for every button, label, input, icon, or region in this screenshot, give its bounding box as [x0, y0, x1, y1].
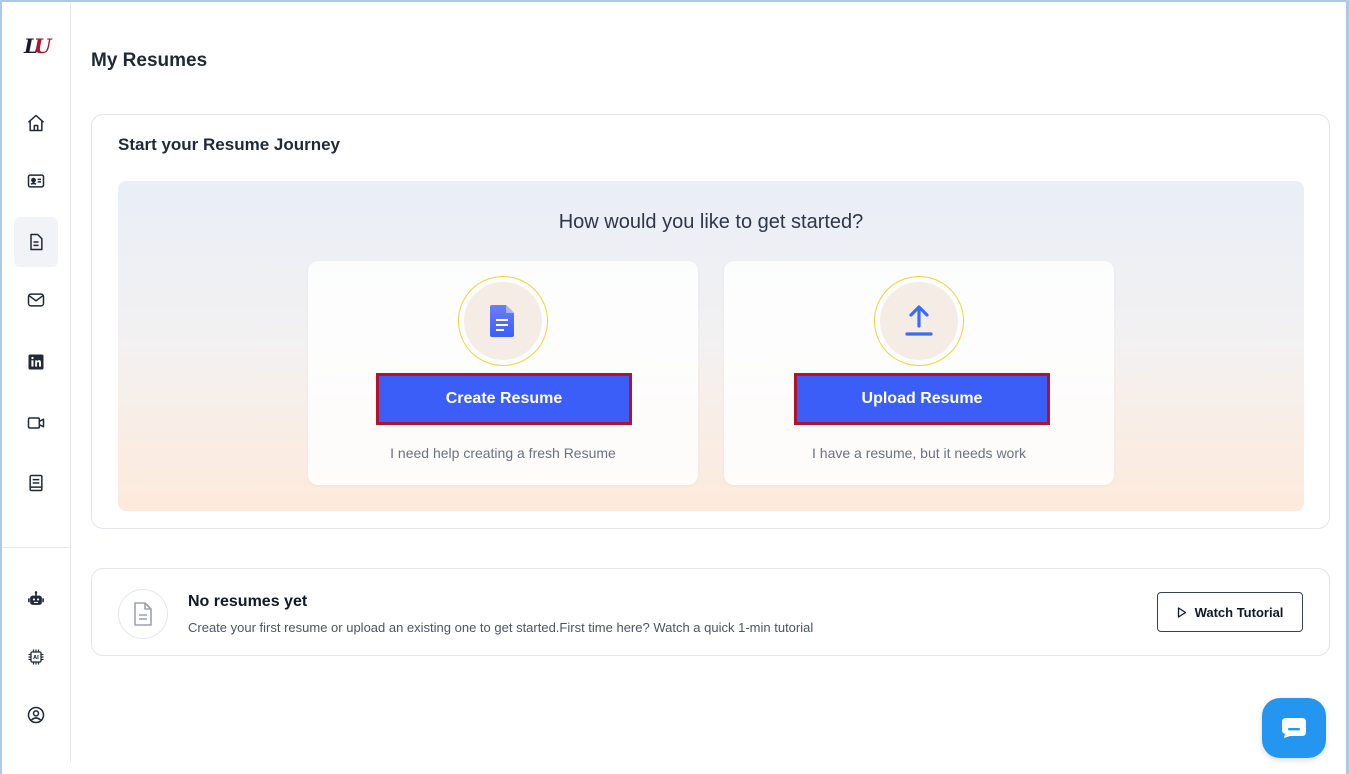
- journey-options-panel: How would you like to get started? Creat…: [118, 181, 1304, 511]
- nav-messages[interactable]: [14, 275, 58, 325]
- chat-button[interactable]: [1262, 698, 1326, 758]
- nav-account[interactable]: [14, 690, 58, 740]
- play-icon: [1177, 606, 1186, 618]
- nav-home[interactable]: [14, 98, 58, 148]
- nav-resumes[interactable]: [14, 217, 58, 267]
- nav-linkedin[interactable]: [14, 337, 58, 387]
- create-icon-backdrop: [464, 282, 542, 360]
- video-icon: [27, 417, 45, 429]
- sidebar: LU AI: [2, 2, 71, 762]
- journey-title: Start your Resume Journey: [118, 135, 341, 154]
- create-icon-circle: [458, 276, 548, 366]
- robot-icon: [28, 591, 44, 605]
- page-title: My Resumes: [91, 50, 208, 71]
- empty-file-icon-wrapper: [118, 589, 168, 639]
- empty-state-title: No resumes yet: [188, 593, 308, 610]
- create-resume-option: Create Resume I need help creating a fre…: [308, 261, 698, 485]
- logo-text: LU: [24, 34, 52, 58]
- nav-profile[interactable]: [14, 156, 58, 206]
- mail-icon: [27, 293, 45, 307]
- create-resume-description: I need help creating a fresh Resume: [390, 445, 616, 461]
- upload-icon-circle: [874, 276, 964, 366]
- home-icon: [28, 114, 44, 132]
- upload-resume-description: I have a resume, but it needs work: [812, 445, 1026, 461]
- nav-assistant[interactable]: [14, 574, 58, 624]
- svg-text:AI: AI: [33, 655, 39, 661]
- empty-state-card: No resumes yet Create your first resume …: [91, 568, 1330, 656]
- upload-resume-option: Upload Resume I have a resume, but it ne…: [724, 261, 1114, 485]
- file-icon: [134, 602, 152, 626]
- notebook-icon: [29, 474, 43, 492]
- create-resume-button[interactable]: Create Resume: [376, 373, 632, 425]
- sidebar-divider: [2, 547, 71, 548]
- id-card-icon: [27, 174, 45, 188]
- user-circle-icon: [27, 706, 45, 724]
- upload-icon: [905, 305, 933, 336]
- watch-tutorial-label: Watch Tutorial: [1194, 604, 1284, 620]
- linkedin-icon: [28, 354, 44, 370]
- nav-notes[interactable]: [14, 458, 58, 508]
- chat-icon: [1282, 718, 1306, 738]
- logo[interactable]: LU: [24, 34, 58, 60]
- empty-state-description: Create your first resume or upload an ex…: [188, 620, 814, 635]
- watch-tutorial-button[interactable]: Watch Tutorial: [1157, 592, 1303, 632]
- nav-video[interactable]: [14, 398, 58, 448]
- ai-chip-icon: AI: [28, 649, 44, 665]
- nav-ai-tools[interactable]: AI: [14, 632, 58, 682]
- resume-journey-card: Start your Resume Journey How would you …: [91, 114, 1330, 529]
- document-icon: [490, 305, 514, 337]
- upload-resume-button[interactable]: Upload Resume: [794, 373, 1050, 425]
- get-started-question: How would you like to get started?: [558, 211, 864, 233]
- document-icon: [30, 233, 43, 251]
- upload-icon-backdrop: [880, 282, 958, 360]
